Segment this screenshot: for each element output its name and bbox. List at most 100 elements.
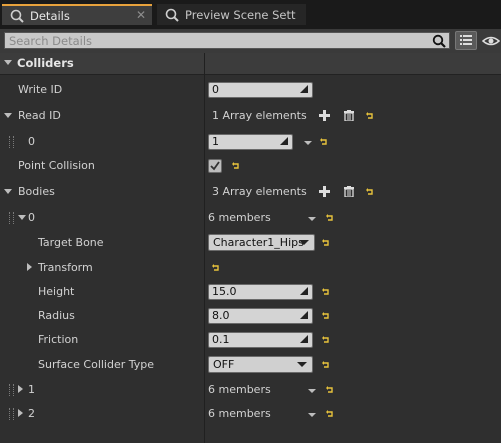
bodies-count: 3 Array elements xyxy=(212,185,307,198)
reset-arrow-icon[interactable] xyxy=(232,162,240,170)
view-options-button[interactable] xyxy=(455,31,477,50)
read-id-count: 1 Array elements xyxy=(212,109,307,122)
element-menu-arrow-icon[interactable] xyxy=(304,141,312,145)
search-icon[interactable] xyxy=(432,34,446,48)
reset-arrow-icon[interactable] xyxy=(212,264,220,272)
preview-search-icon xyxy=(165,8,179,22)
tab-preview-label: Preview Scene Sett xyxy=(185,7,296,22)
write-id-label: Write ID xyxy=(18,83,63,96)
details-search-icon xyxy=(10,9,24,23)
expand-arrow-icon[interactable] xyxy=(27,263,32,271)
reset-arrow-icon[interactable] xyxy=(326,386,334,394)
drag-handle-icon[interactable] xyxy=(9,212,14,224)
height-field[interactable]: 15.0 xyxy=(208,284,313,300)
reset-arrow-icon[interactable] xyxy=(322,361,330,369)
reset-arrow-icon[interactable] xyxy=(366,112,374,120)
list-view-icon xyxy=(460,35,472,45)
friction-field[interactable]: 0.1 xyxy=(208,332,313,348)
target-bone-dropdown[interactable]: Character1_Hips xyxy=(208,234,315,251)
row-point-collision: Point Collision xyxy=(0,154,501,178)
row-radius: Radius 8.0 xyxy=(0,304,501,328)
body-0-label: 0 xyxy=(28,211,35,224)
resize-handle-icon xyxy=(280,137,288,145)
category-title: Colliders xyxy=(17,56,74,70)
radius-field[interactable]: 8.0 xyxy=(208,308,313,324)
add-element-icon[interactable] xyxy=(319,186,330,197)
row-bodies: Bodies 3 Array elements xyxy=(0,180,501,204)
property-rows: Write ID 0 Read ID 1 Array elements 0 1 … xyxy=(0,75,501,443)
row-surface-collider-type: Surface Collider Type OFF xyxy=(0,353,501,377)
reset-arrow-icon[interactable] xyxy=(322,239,330,247)
row-height: Height 15.0 xyxy=(0,280,501,304)
expand-arrow-icon[interactable] xyxy=(18,385,23,393)
friction-value: 0.1 xyxy=(212,333,230,346)
row-read-id-0: 0 1 xyxy=(0,130,501,154)
element-menu-arrow-icon[interactable] xyxy=(308,389,316,393)
read-id-0-label: 0 xyxy=(28,135,35,148)
tab-details-label: Details xyxy=(30,8,70,23)
row-read-id: Read ID 1 Array elements xyxy=(0,104,501,128)
height-value: 15.0 xyxy=(212,285,237,298)
body-1-label: 1 xyxy=(28,383,35,396)
tab-preview-scene-settings[interactable]: Preview Scene Sett xyxy=(157,4,306,25)
target-bone-value: Character1_Hips xyxy=(213,236,304,249)
element-menu-arrow-icon[interactable] xyxy=(308,217,316,221)
tab-details[interactable]: Details ✕ xyxy=(2,4,152,25)
drag-handle-icon[interactable] xyxy=(9,384,14,396)
row-transform: Transform xyxy=(0,256,501,280)
point-collision-label: Point Collision xyxy=(18,159,95,172)
reset-arrow-icon[interactable] xyxy=(322,336,330,344)
search-input[interactable] xyxy=(5,33,428,48)
write-id-field[interactable]: 0 xyxy=(208,82,313,98)
reset-arrow-icon[interactable] xyxy=(322,312,330,320)
eye-icon[interactable] xyxy=(482,34,500,48)
friction-label: Friction xyxy=(38,333,79,346)
reset-arrow-icon[interactable] xyxy=(326,410,334,418)
height-label: Height xyxy=(38,285,75,298)
radius-value: 8.0 xyxy=(212,309,230,322)
expand-arrow-icon[interactable] xyxy=(4,189,12,194)
reset-arrow-icon[interactable] xyxy=(322,288,330,296)
row-write-id: Write ID 0 xyxy=(0,78,501,102)
bodies-label: Bodies xyxy=(18,185,55,198)
surface-collider-type-dropdown[interactable]: OFF xyxy=(208,356,313,373)
reset-arrow-icon[interactable] xyxy=(326,214,334,222)
row-body-2: 2 6 members xyxy=(0,402,501,426)
drag-handle-icon[interactable] xyxy=(9,408,14,420)
surface-collider-type-label: Surface Collider Type xyxy=(38,358,155,371)
search-row xyxy=(0,29,501,53)
resize-handle-icon xyxy=(300,85,308,93)
reset-arrow-icon[interactable] xyxy=(366,188,374,196)
surface-collider-type-value: OFF xyxy=(213,358,235,371)
expand-arrow-icon[interactable] xyxy=(18,215,26,220)
checkmark-icon xyxy=(210,161,220,171)
expand-arrow-icon[interactable] xyxy=(4,113,12,118)
read-id-0-field[interactable]: 1 xyxy=(208,134,293,150)
reset-arrow-icon[interactable] xyxy=(320,138,328,146)
row-body-0: 0 6 members xyxy=(0,206,501,230)
write-id-value: 0 xyxy=(212,83,219,96)
drag-handle-icon[interactable] xyxy=(9,136,14,148)
resize-handle-icon xyxy=(300,311,308,319)
target-bone-label: Target Bone xyxy=(38,236,104,249)
collapse-arrow-icon[interactable] xyxy=(4,60,12,65)
delete-icon[interactable] xyxy=(344,110,354,121)
search-box xyxy=(4,32,450,49)
expand-arrow-icon[interactable] xyxy=(18,409,23,417)
body-1-members: 6 members xyxy=(208,383,271,396)
add-element-icon[interactable] xyxy=(319,110,330,121)
point-collision-checkbox[interactable] xyxy=(208,159,222,173)
body-0-members: 6 members xyxy=(208,211,271,224)
body-2-members: 6 members xyxy=(208,407,271,420)
category-header-colliders[interactable]: Colliders xyxy=(0,53,501,75)
row-target-bone: Target Bone Character1_Hips xyxy=(0,231,501,255)
resize-handle-icon xyxy=(300,287,308,295)
resize-handle-icon xyxy=(300,335,308,343)
delete-icon[interactable] xyxy=(344,186,354,197)
transform-label: Transform xyxy=(38,261,93,274)
body-2-label: 2 xyxy=(28,407,35,420)
close-icon[interactable]: ✕ xyxy=(136,8,146,22)
read-id-0-value: 1 xyxy=(212,135,219,148)
radius-label: Radius xyxy=(38,309,75,322)
element-menu-arrow-icon[interactable] xyxy=(308,413,316,417)
